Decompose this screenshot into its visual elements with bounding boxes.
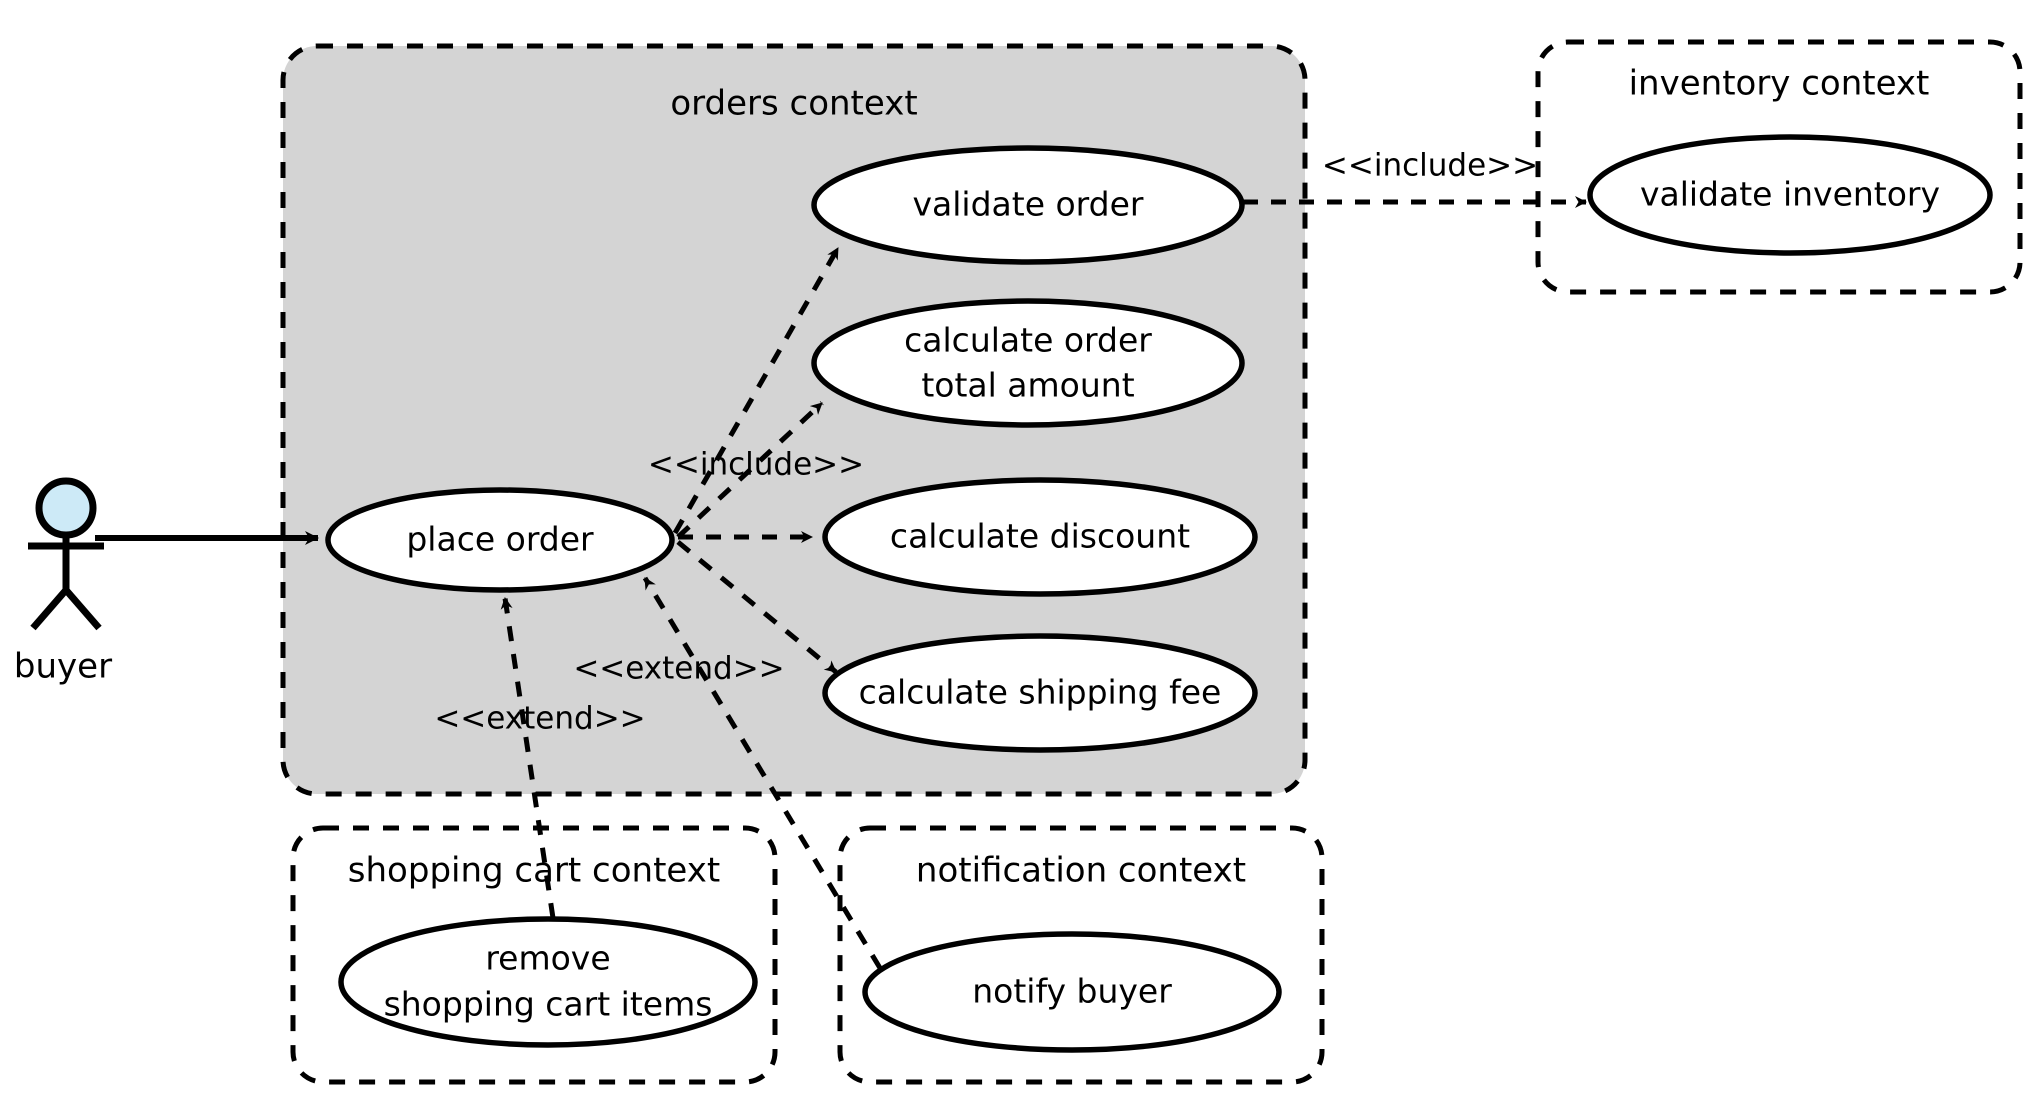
usecase-calculate-discount-label: calculate discount: [890, 517, 1190, 556]
usecase-validate-inventory-label: validate inventory: [1640, 175, 1940, 214]
usecase-remove-shopping-cart-items[interactable]: remove shopping cart items: [338, 916, 758, 1048]
usecase-validate-order[interactable]: validate order: [811, 145, 1245, 265]
diagram-canvas: orders context inventory context shoppin…: [0, 0, 2032, 1096]
usecase-validate-order-label: validate order: [913, 185, 1144, 224]
context-orders-label: orders context: [670, 84, 917, 124]
actor-buyer-label: buyer: [14, 647, 112, 687]
usecase-remove-shopping-cart-items-label-line2: shopping cart items: [384, 985, 713, 1024]
actor-head-icon: [35, 477, 97, 539]
relationship-label-include-orders: <<include>>: [648, 447, 864, 483]
use-case-diagram: orders context inventory context shoppin…: [14, 39, 2023, 1085]
usecase-notify-buyer[interactable]: notify buyer: [862, 931, 1282, 1053]
usecase-remove-shopping-cart-items-label-line1: remove: [485, 939, 610, 978]
actor-left-leg-line: [30, 587, 69, 631]
context-shopping-cart-label: shopping cart context: [348, 851, 720, 891]
actor-right-leg-line: [63, 587, 102, 631]
relationship-label-include-inventory: <<include>>: [1322, 148, 1538, 184]
usecase-calculate-shipping-fee[interactable]: calculate shipping fee: [822, 633, 1258, 753]
usecase-calculate-shipping-fee-label: calculate shipping fee: [859, 673, 1222, 712]
actor-buyer[interactable]: buyer: [14, 477, 112, 687]
context-notification-label: notification context: [916, 851, 1246, 891]
usecase-calculate-order-total-amount-label-line2: total amount: [921, 366, 1134, 405]
context-inventory-label: inventory context: [1629, 64, 1930, 104]
relationship-label-extend-notification: <<extend>>: [573, 651, 784, 687]
usecase-validate-inventory[interactable]: validate inventory: [1587, 134, 1993, 256]
usecase-calculate-order-total-amount-label-line1: calculate order: [904, 321, 1152, 360]
usecase-place-order-label: place order: [406, 520, 594, 559]
usecase-calculate-order-total-amount[interactable]: calculate order total amount: [811, 298, 1245, 428]
usecase-notify-buyer-label: notify buyer: [972, 972, 1172, 1011]
usecase-place-order[interactable]: place order: [325, 487, 675, 593]
usecase-calculate-discount[interactable]: calculate discount: [822, 477, 1258, 597]
relationship-label-extend-shopping-cart: <<extend>>: [434, 701, 645, 737]
